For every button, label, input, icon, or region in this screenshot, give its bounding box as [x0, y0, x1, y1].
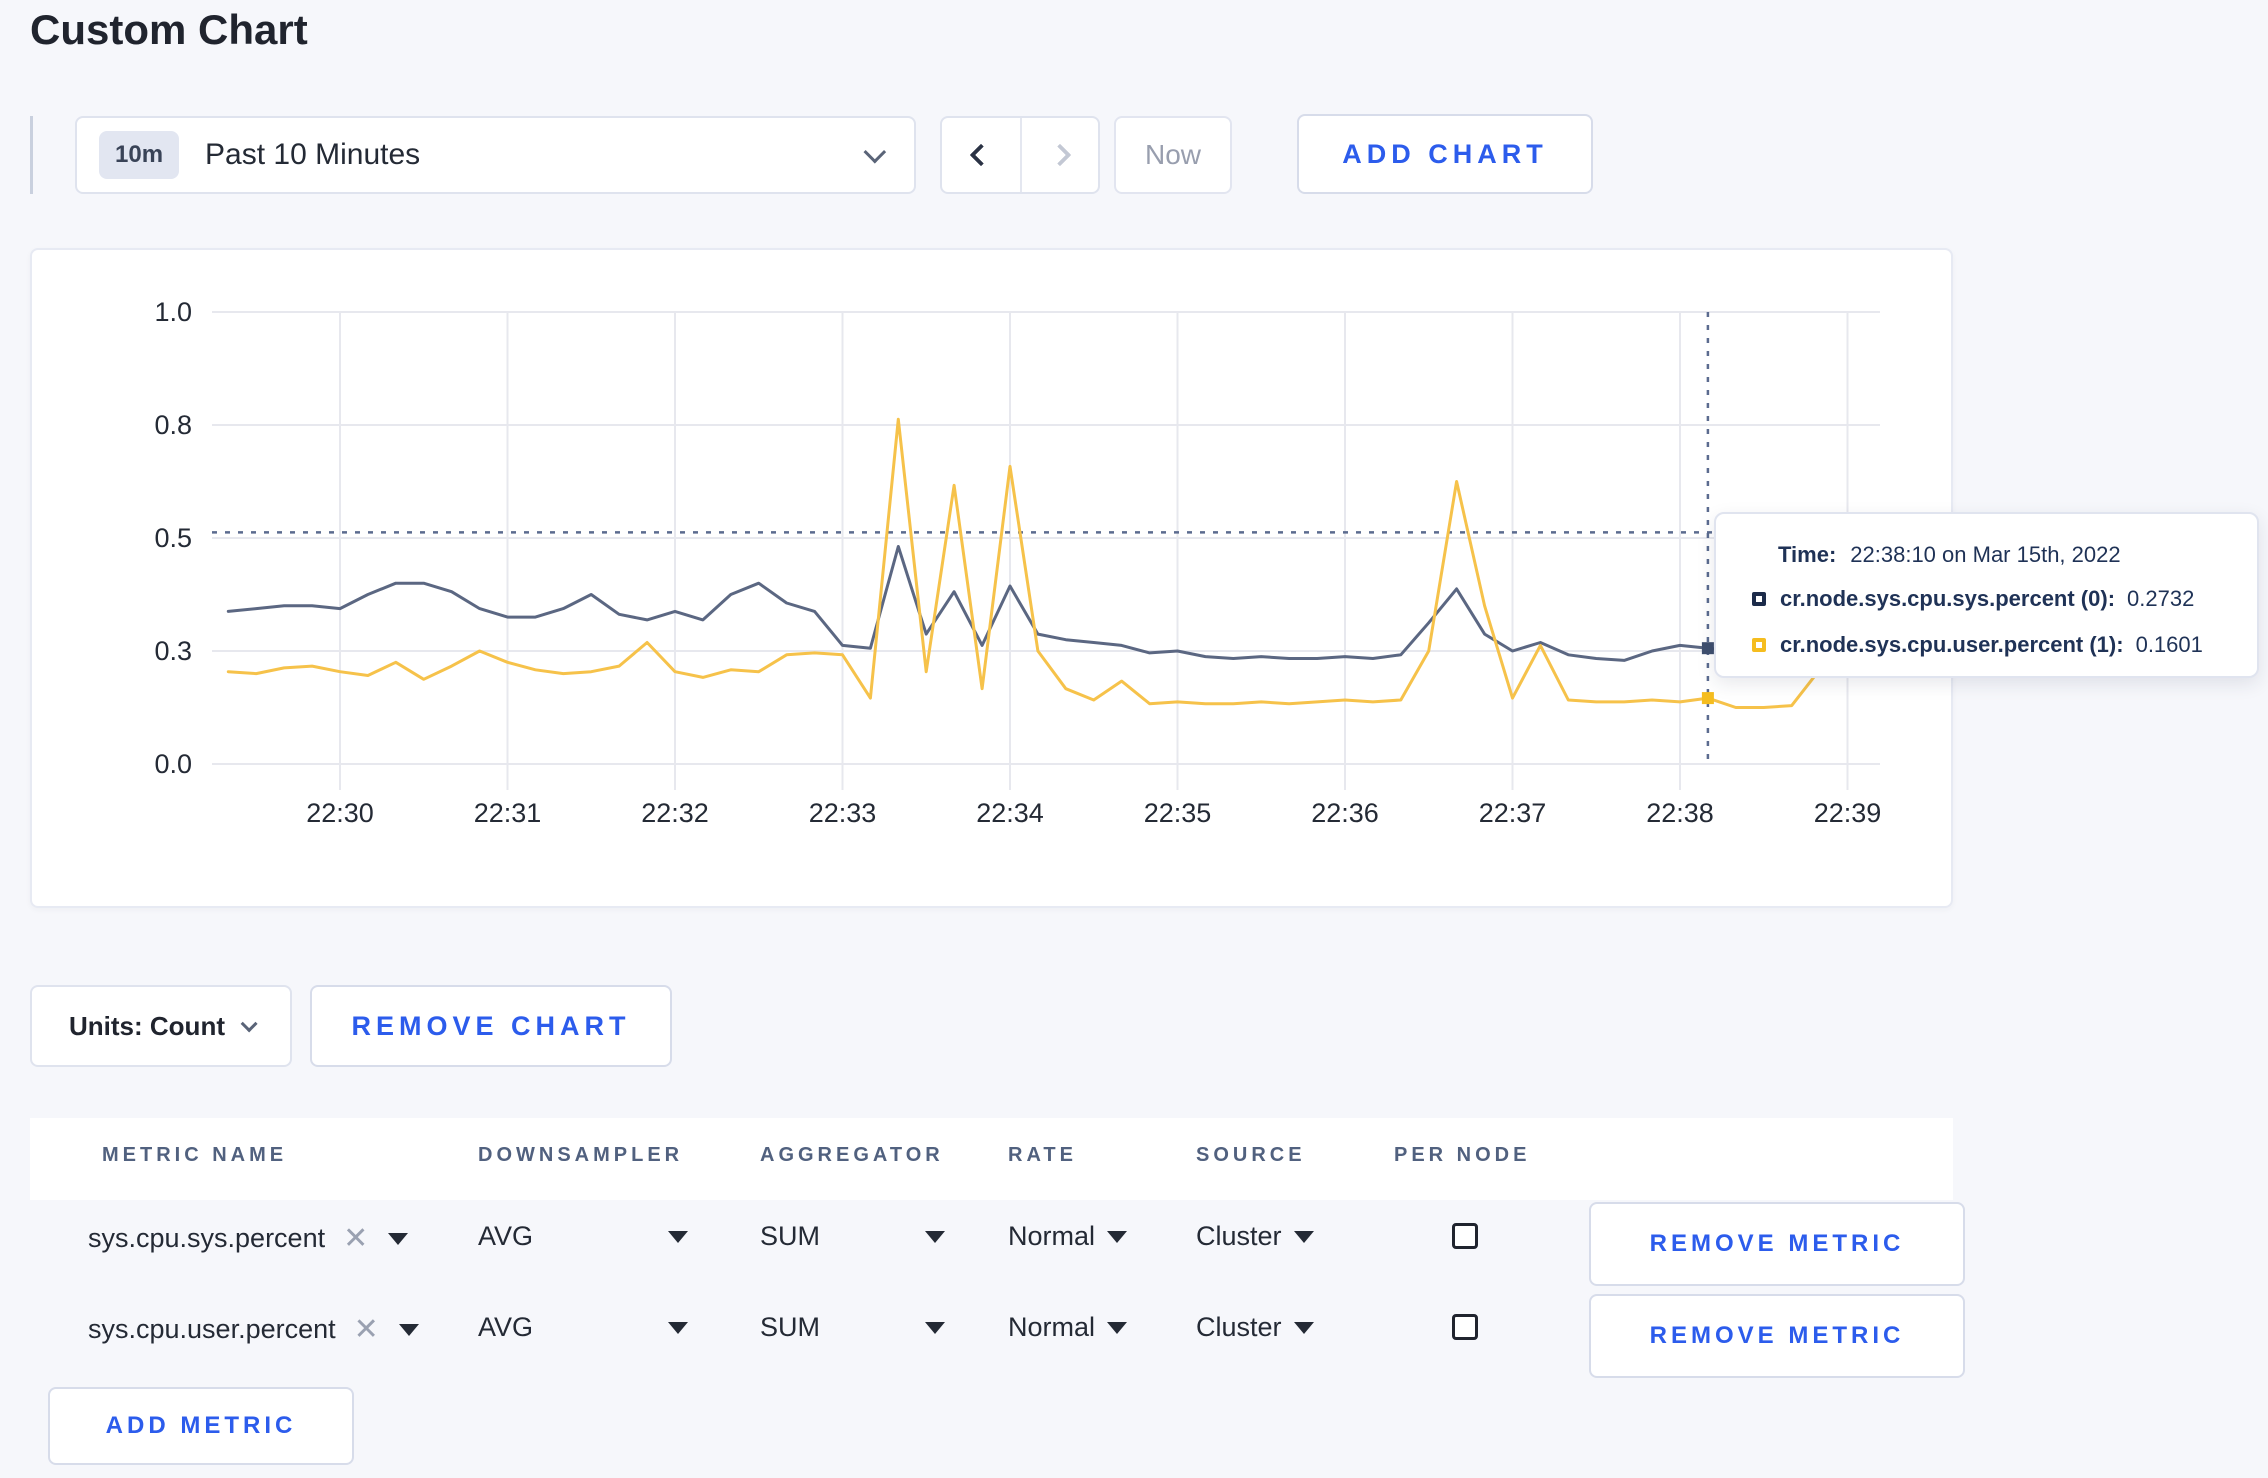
caret-down-icon: [668, 1321, 688, 1334]
add-metric-button[interactable]: ADD METRIC: [48, 1387, 354, 1465]
caret-down-icon: [925, 1230, 945, 1243]
tooltip-series-value: 0.2732: [2127, 586, 2195, 611]
caret-down-icon: [1107, 1321, 1128, 1334]
metric-name-select[interactable]: sys.cpu.sys.percent ✕: [88, 1221, 409, 1256]
col-header-per-node: PER NODE: [1394, 1144, 1531, 1166]
col-header-downsampler: DOWNSAMPLER: [478, 1144, 684, 1166]
page-title: Custom Chart: [30, 6, 308, 53]
metric-row: sys.cpu.sys.percent ✕ AVG SUM Normal Clu…: [30, 1199, 1965, 1289]
tooltip-time-value: 22:38:10 on Mar 15th, 2022: [1850, 542, 2121, 567]
crosshair-dot: [1701, 642, 1714, 655]
time-range-badge: 10m: [99, 131, 180, 179]
tooltip-time: Time: 22:38:10 on Mar 15th, 2022: [1778, 542, 2121, 568]
x-axis-tick: 22:30: [306, 798, 374, 828]
crosshair-dot: [1701, 692, 1714, 705]
time-range-dropdown[interactable]: 10m Past 10 Minutes: [75, 116, 916, 194]
units-dropdown[interactable]: Units: Count: [30, 985, 292, 1067]
per-node-checkbox[interactable]: [1452, 1314, 1478, 1340]
y-axis-tick: 1.0: [154, 297, 192, 327]
x-axis-tick: 22:35: [1143, 798, 1212, 828]
metric-name-value: sys.cpu.user.percent: [88, 1314, 336, 1344]
rate-select[interactable]: Normal: [1008, 1312, 1128, 1343]
col-header-source: SOURCE: [1196, 1144, 1306, 1166]
x-axis-tick: 22:38: [1646, 798, 1714, 828]
x-axis-tick: 22:34: [976, 798, 1044, 828]
chevron-down-icon: [863, 140, 887, 164]
tooltip-series-value: 0.1601: [2135, 632, 2203, 657]
chevron-left-icon: [969, 143, 993, 167]
aggregator-select[interactable]: SUM: [760, 1221, 945, 1252]
units-label: Units: Count: [69, 1010, 225, 1041]
series-line: [226, 417, 1877, 709]
metric-name-value: sys.cpu.sys.percent: [88, 1223, 326, 1253]
col-header-metric-name: METRIC NAME: [102, 1144, 288, 1166]
add-chart-button[interactable]: ADD CHART: [1297, 114, 1593, 194]
aggregator-select[interactable]: SUM: [760, 1312, 945, 1343]
source-value: Cluster: [1196, 1221, 1282, 1251]
toolbar-divider: [30, 116, 33, 194]
downsampler-select[interactable]: AVG: [478, 1312, 688, 1343]
x-axis-tick: 22:36: [1311, 798, 1379, 828]
x-axis-tick: 22:33: [808, 798, 877, 828]
time-range-label: Past 10 Minutes: [205, 138, 421, 171]
series-line: [226, 545, 1877, 662]
tooltip-series-row: cr.node.sys.cpu.sys.percent (0): 0.2732: [1752, 586, 2194, 612]
downsampler-select[interactable]: AVG: [478, 1221, 688, 1252]
x-axis-tick: 22:31: [473, 798, 542, 828]
series-swatch-user: [1752, 638, 1766, 652]
metric-name-select[interactable]: sys.cpu.user.percent ✕: [88, 1312, 419, 1347]
per-node-checkbox[interactable]: [1452, 1223, 1478, 1249]
rate-value: Normal: [1008, 1312, 1096, 1342]
caret-down-icon: [388, 1232, 409, 1245]
caret-down-icon: [398, 1323, 419, 1336]
series-swatch-sys: [1752, 592, 1766, 606]
col-header-rate: RATE: [1008, 1144, 1077, 1166]
chart-tooltip: Time: 22:38:10 on Mar 15th, 2022 cr.node.…: [1714, 512, 2259, 678]
tooltip-time-label: Time:: [1778, 542, 1837, 567]
caret-down-icon: [925, 1321, 945, 1334]
remove-metric-button[interactable]: REMOVE METRIC: [1589, 1202, 1965, 1286]
time-back-button[interactable]: [942, 118, 1020, 192]
remove-chart-button[interactable]: REMOVE CHART: [310, 985, 672, 1067]
y-axis-tick: 0.3: [154, 636, 192, 666]
close-icon[interactable]: ✕: [354, 1312, 379, 1347]
y-axis-tick: 0.0: [154, 749, 192, 779]
caret-down-icon: [1107, 1230, 1128, 1243]
time-forward-button[interactable]: [1020, 118, 1098, 192]
source-select[interactable]: Cluster: [1196, 1221, 1314, 1252]
caret-down-icon: [668, 1230, 688, 1243]
chevron-right-icon: [1048, 143, 1072, 167]
col-header-aggregator: AGGREGATOR: [760, 1144, 944, 1166]
tooltip-series-label: cr.node.sys.cpu.user.percent (1):: [1780, 632, 2124, 657]
y-axis-tick: 0.5: [154, 523, 192, 553]
source-select[interactable]: Cluster: [1196, 1312, 1314, 1343]
custom-chart-page: Custom Chart 10m Past 10 Minutes Now ADD…: [0, 0, 2268, 1478]
now-button[interactable]: Now: [1114, 116, 1232, 194]
metric-row: sys.cpu.user.percent ✕ AVG SUM Normal Cl…: [30, 1290, 1965, 1380]
aggregator-value: SUM: [760, 1221, 820, 1251]
downsampler-value: AVG: [478, 1312, 534, 1342]
time-nav-group: [940, 116, 1100, 194]
rate-select[interactable]: Normal: [1008, 1221, 1128, 1252]
tooltip-series-row: cr.node.sys.cpu.user.percent (1): 0.1601: [1752, 632, 2203, 658]
caret-down-icon: [1293, 1230, 1314, 1243]
downsampler-value: AVG: [478, 1221, 534, 1251]
x-axis-tick: 22:37: [1478, 798, 1547, 828]
caret-down-icon: [1293, 1321, 1314, 1334]
x-axis-tick: 22:32: [641, 798, 709, 828]
y-axis-tick: 0.8: [154, 410, 192, 440]
metrics-table-header: METRIC NAME DOWNSAMPLER AGGREGATOR RATE …: [30, 1118, 1953, 1200]
close-icon[interactable]: ✕: [343, 1221, 368, 1256]
rate-value: Normal: [1008, 1221, 1096, 1251]
x-axis-tick: 22:39: [1813, 798, 1882, 828]
tooltip-series-label: cr.node.sys.cpu.sys.percent (0):: [1780, 586, 2116, 611]
aggregator-value: SUM: [760, 1312, 820, 1342]
source-value: Cluster: [1196, 1312, 1282, 1342]
chevron-down-icon: [240, 1015, 258, 1033]
remove-metric-button[interactable]: REMOVE METRIC: [1589, 1294, 1965, 1378]
